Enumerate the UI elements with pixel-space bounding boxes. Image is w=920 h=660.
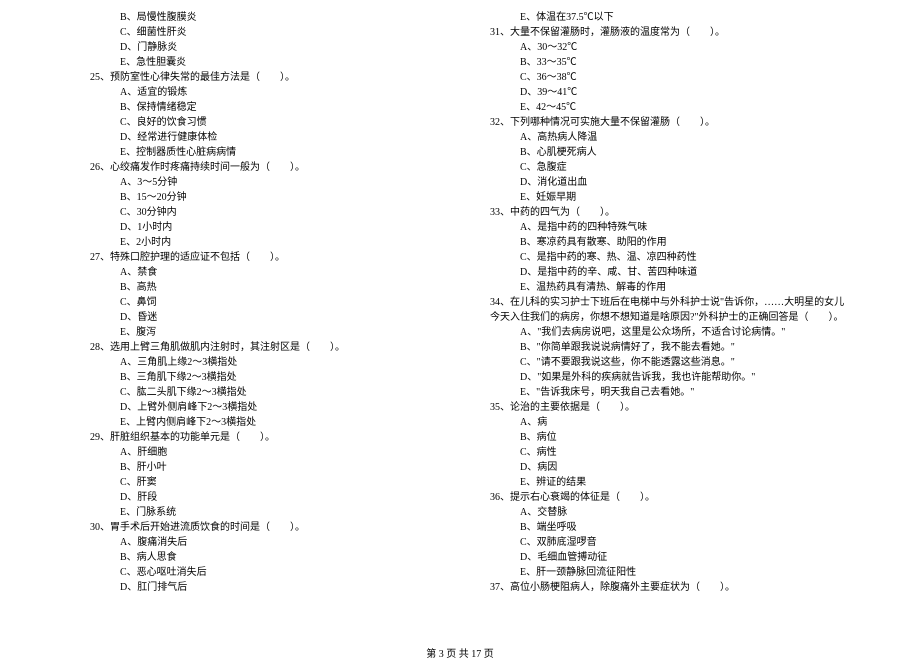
option: A、三角肌上缘2～3横指处 xyxy=(70,355,450,370)
question-29: 29、肝脏组织基本的功能单元是（ ）。 xyxy=(70,430,450,445)
option: E、控制器质性心脏病病情 xyxy=(70,145,450,160)
option: B、病人思食 xyxy=(70,550,450,565)
option: A、适宜的锻炼 xyxy=(70,85,450,100)
option: D、门静脉炎 xyxy=(70,40,450,55)
question-25: 25、预防室性心律失常的最佳方法是（ ）。 xyxy=(70,70,450,85)
option: C、30分钟内 xyxy=(70,205,450,220)
question-36: 36、提示右心衰竭的体征是（ ）。 xyxy=(470,490,850,505)
right-column: E、体温在37.5℃以下 31、大量不保留灌肠时，灌肠液的温度常为（ ）。 A、… xyxy=(470,10,850,630)
question-34: 34、在儿科的实习护士下班后在电梯中与外科护士说"告诉你，……大明星的女儿今天入… xyxy=(470,295,850,325)
option: D、肝段 xyxy=(70,490,450,505)
option: A、高热病人降温 xyxy=(470,130,850,145)
option: D、经常进行健康体检 xyxy=(70,130,450,145)
option: A、3～5分钟 xyxy=(70,175,450,190)
option: A、腹痛消失后 xyxy=(70,535,450,550)
option: B、肝小叶 xyxy=(70,460,450,475)
option: D、昏迷 xyxy=(70,310,450,325)
option: B、"你简单跟我说说病情好了，我不能去看她。" xyxy=(470,340,850,355)
option: B、三角肌下缘2～3横指处 xyxy=(70,370,450,385)
option: C、细菌性肝炎 xyxy=(70,25,450,40)
option: D、"如果是外科的疾病就告诉我，我也许能帮助你。" xyxy=(470,370,850,385)
question-31: 31、大量不保留灌肠时，灌肠液的温度常为（ ）。 xyxy=(470,25,850,40)
option: D、肛门排气后 xyxy=(70,580,450,595)
question-33: 33、中药的四气为（ ）。 xyxy=(470,205,850,220)
question-26: 26、心绞痛发作时疼痛持续时间一般为（ ）。 xyxy=(70,160,450,175)
option: E、急性胆囊炎 xyxy=(70,55,450,70)
question-27: 27、特殊口腔护理的适应证不包括（ ）。 xyxy=(70,250,450,265)
option: E、肝一颈静脉回流征阳性 xyxy=(470,565,850,580)
option: E、腹泻 xyxy=(70,325,450,340)
question-37: 37、高位小肠梗阻病人，除腹痛外主要症状为（ ）。 xyxy=(470,580,850,595)
option: B、33～35℃ xyxy=(470,55,850,70)
option: D、消化道出血 xyxy=(470,175,850,190)
option: E、42～45℃ xyxy=(470,100,850,115)
option: A、禁食 xyxy=(70,265,450,280)
option: A、交替脉 xyxy=(470,505,850,520)
option: B、局慢性腹膜炎 xyxy=(70,10,450,25)
option: C、恶心呕吐消失后 xyxy=(70,565,450,580)
option: B、病位 xyxy=(470,430,850,445)
option: C、鼻饲 xyxy=(70,295,450,310)
question-35: 35、论治的主要依据是（ ）。 xyxy=(470,400,850,415)
option: D、1小时内 xyxy=(70,220,450,235)
option: C、肱二头肌下缘2～3横指处 xyxy=(70,385,450,400)
option: C、"请不要跟我说这些，你不能透露这些消息。" xyxy=(470,355,850,370)
page-footer: 第 3 页 共 17 页 xyxy=(0,640,920,660)
option: B、寒凉药具有散寒、助阳的作用 xyxy=(470,235,850,250)
option: C、双肺底湿啰音 xyxy=(470,535,850,550)
option: B、高热 xyxy=(70,280,450,295)
option: C、病性 xyxy=(470,445,850,460)
option: E、上臂内侧肩峰下2～3横指处 xyxy=(70,415,450,430)
option: B、端坐呼吸 xyxy=(470,520,850,535)
option: D、毛细血管搏动征 xyxy=(470,550,850,565)
option: B、15～20分钟 xyxy=(70,190,450,205)
option: A、肝细胞 xyxy=(70,445,450,460)
option: E、2小时内 xyxy=(70,235,450,250)
option: E、"告诉我床号，明天我自己去看她。" xyxy=(470,385,850,400)
option: D、病因 xyxy=(470,460,850,475)
option: C、肝窦 xyxy=(70,475,450,490)
option: E、温热药具有清热、解毒的作用 xyxy=(470,280,850,295)
question-30: 30、胃手术后开始进流质饮食的时间是（ ）。 xyxy=(70,520,450,535)
option: A、是指中药的四种特殊气味 xyxy=(470,220,850,235)
page-content: B、局慢性腹膜炎 C、细菌性肝炎 D、门静脉炎 E、急性胆囊炎 25、预防室性心… xyxy=(0,0,920,640)
option: A、30～32℃ xyxy=(470,40,850,55)
option: A、"我们去病房说吧，这里是公众场所，不适合讨论病情。" xyxy=(470,325,850,340)
option: C、急腹症 xyxy=(470,160,850,175)
question-32: 32、下列哪种情况可实施大量不保留灌肠（ ）。 xyxy=(470,115,850,130)
option: A、病 xyxy=(470,415,850,430)
option: D、39～41℃ xyxy=(470,85,850,100)
option: E、门脉系统 xyxy=(70,505,450,520)
left-column: B、局慢性腹膜炎 C、细菌性肝炎 D、门静脉炎 E、急性胆囊炎 25、预防室性心… xyxy=(70,10,450,630)
option: C、良好的饮食习惯 xyxy=(70,115,450,130)
option: E、体温在37.5℃以下 xyxy=(470,10,850,25)
option: E、辨证的结果 xyxy=(470,475,850,490)
option: B、心肌梗死病人 xyxy=(470,145,850,160)
option: C、36～38℃ xyxy=(470,70,850,85)
option: D、上臂外侧肩峰下2～3横指处 xyxy=(70,400,450,415)
question-28: 28、选用上臂三角肌做肌内注射时，其注射区是（ ）。 xyxy=(70,340,450,355)
option: E、妊娠早期 xyxy=(470,190,850,205)
option: C、是指中药的寒、热、温、凉四种药性 xyxy=(470,250,850,265)
option: B、保持情绪稳定 xyxy=(70,100,450,115)
option: D、是指中药的辛、咸、甘、苦四种味道 xyxy=(470,265,850,280)
